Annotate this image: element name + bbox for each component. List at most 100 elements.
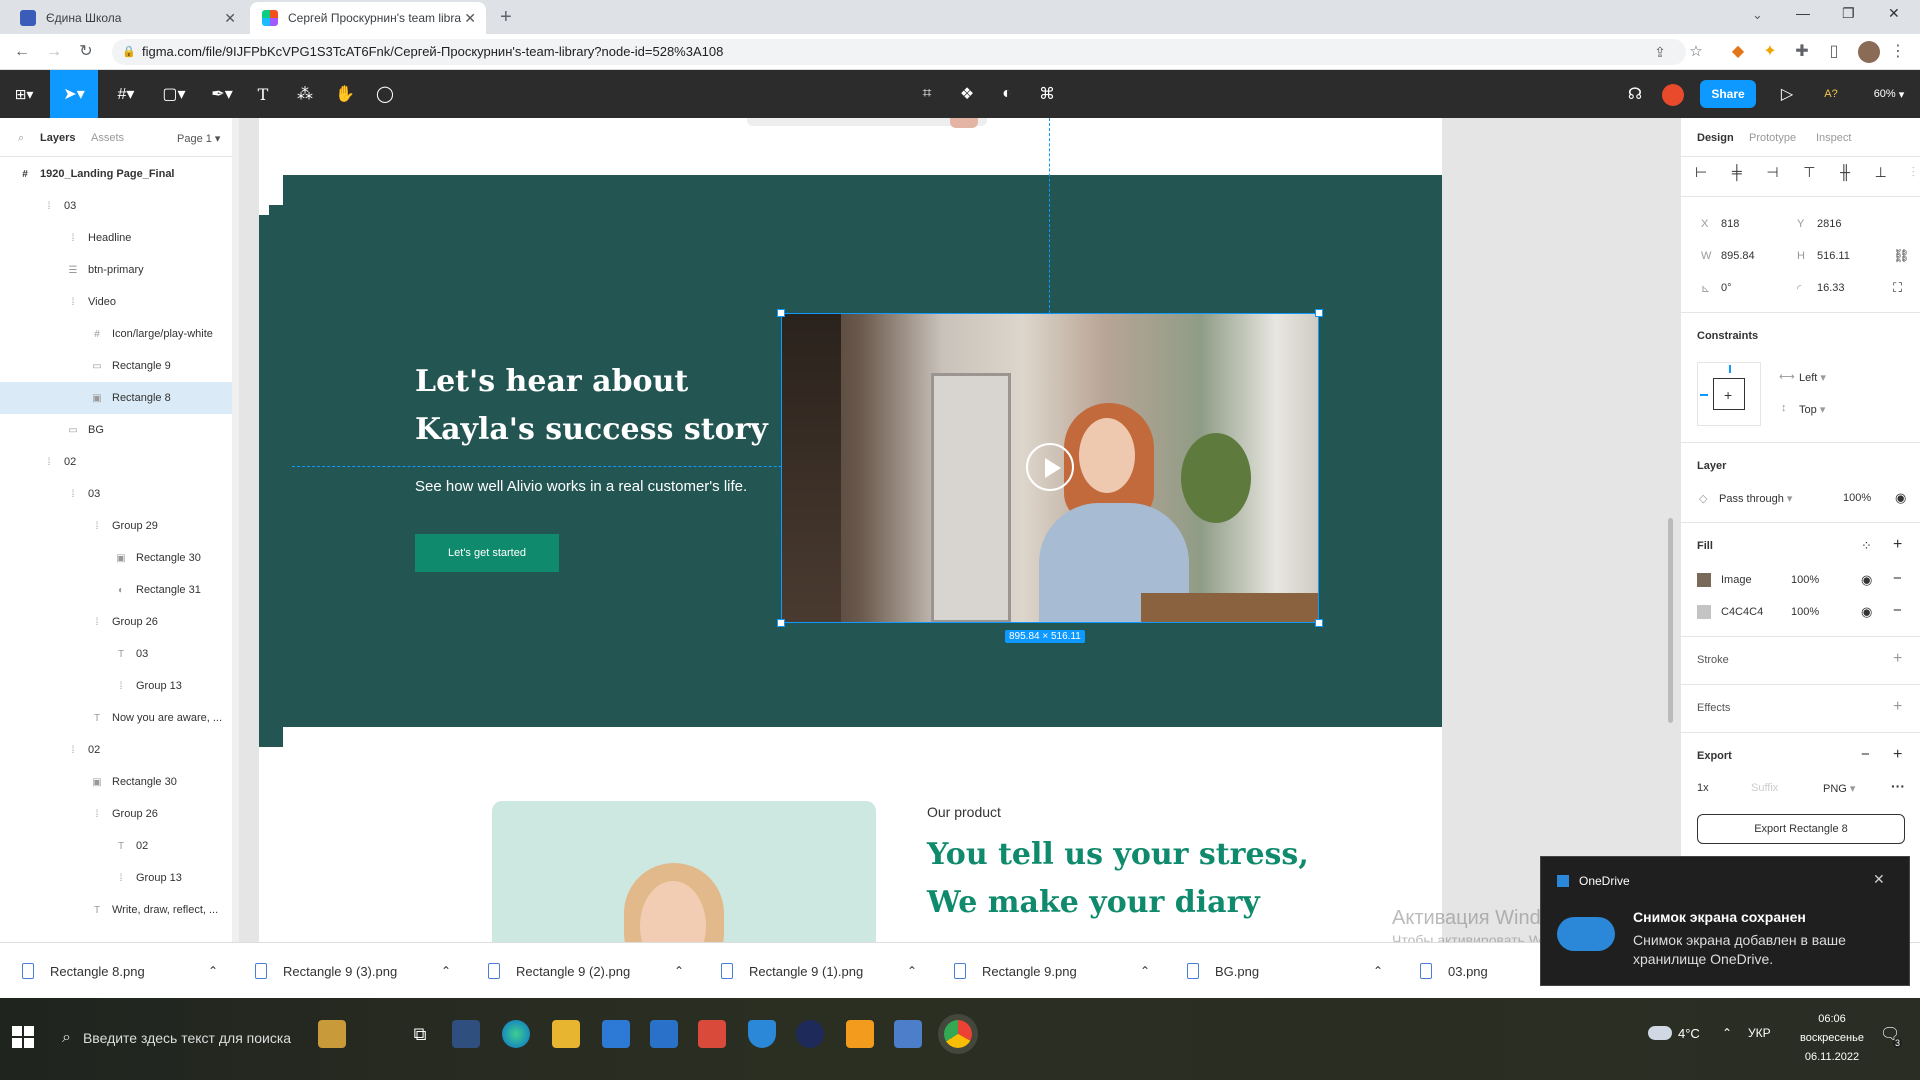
tray-chevron-icon[interactable]: ⌃ bbox=[1722, 1026, 1732, 1040]
download-item[interactable]: Rectangle 9.png ⌃ bbox=[954, 943, 1164, 999]
layer-row[interactable]: ⁞ Group 13 bbox=[0, 862, 239, 894]
download-options-chevron-icon[interactable]: ⌃ bbox=[208, 964, 218, 978]
mail-icon[interactable] bbox=[650, 1020, 678, 1048]
radius-field[interactable]: 16.33 bbox=[1817, 282, 1845, 294]
tab-inspect[interactable]: Inspect bbox=[1816, 132, 1851, 144]
share-button[interactable]: Share bbox=[1700, 80, 1756, 108]
fill-styles-icon[interactable]: ⁘ bbox=[1861, 538, 1872, 554]
vertical-constraint-dropdown[interactable]: Top ▾ bbox=[1799, 403, 1825, 416]
browser-tab-active[interactable]: Сергей Проскурнин's team libra ✕ bbox=[250, 2, 486, 34]
tab-search-icon[interactable]: ⌄ bbox=[1752, 7, 1763, 23]
photos-icon[interactable] bbox=[894, 1020, 922, 1048]
align-left-icon[interactable]: ⊢ bbox=[1695, 164, 1707, 188]
align-h-center-icon[interactable]: ╪ bbox=[1732, 164, 1742, 188]
tab-layers[interactable]: Layers bbox=[40, 132, 75, 144]
download-item[interactable]: BG.png ⌃ bbox=[1187, 943, 1397, 999]
layer-row[interactable]: ⁞ 03 bbox=[0, 190, 239, 222]
download-options-chevron-icon[interactable]: ⌃ bbox=[1373, 964, 1383, 978]
download-item[interactable]: Rectangle 9 (3).png ⌃ bbox=[255, 943, 465, 999]
layer-opacity-field[interactable]: 100% bbox=[1843, 492, 1871, 504]
constraints-widget[interactable]: + bbox=[1697, 362, 1761, 426]
text-tool-icon[interactable]: T bbox=[248, 70, 278, 118]
auto-layout-icon[interactable]: ⌗ bbox=[912, 70, 942, 118]
defender-icon[interactable] bbox=[748, 1020, 776, 1048]
store-icon[interactable] bbox=[602, 1020, 630, 1048]
zoom-dropdown[interactable]: 60% ▾ bbox=[1862, 70, 1916, 118]
visibility-eye-icon[interactable]: ◉ bbox=[1895, 490, 1906, 506]
align-bottom-icon[interactable]: ⊥ bbox=[1875, 164, 1887, 188]
hand-tool-icon[interactable]: ✋ bbox=[330, 70, 360, 118]
design-canvas[interactable]: Let's hear about Kayla's success story S… bbox=[240, 118, 1680, 942]
search-highlight-icon[interactable] bbox=[318, 1020, 346, 1048]
export-format-dropdown[interactable]: PNG ▾ bbox=[1823, 782, 1855, 795]
align-top-icon[interactable]: ⊤ bbox=[1803, 164, 1815, 188]
layer-row[interactable]: ▭ BG bbox=[0, 414, 239, 446]
reload-icon[interactable]: ↻ bbox=[76, 42, 96, 62]
language-indicator[interactable]: УКР bbox=[1748, 1026, 1771, 1040]
remove-fill-icon[interactable]: − bbox=[1893, 570, 1902, 587]
resize-handle[interactable] bbox=[1315, 619, 1323, 627]
minimize-icon[interactable]: — bbox=[1796, 5, 1810, 21]
constraint-top-indicator[interactable] bbox=[1729, 365, 1731, 373]
fill-swatch-image[interactable] bbox=[1697, 573, 1711, 587]
side-panel-icon[interactable]: ▯ bbox=[1824, 42, 1844, 62]
layers-scrollbar[interactable] bbox=[232, 118, 239, 942]
download-item[interactable]: Rectangle 9 (2).png ⌃ bbox=[488, 943, 698, 999]
extension-icon[interactable]: ✦ bbox=[1760, 42, 1780, 62]
page-selector[interactable]: Page 1 ▾ bbox=[177, 132, 220, 145]
new-tab-button[interactable]: + bbox=[500, 6, 512, 29]
constrain-proportions-icon[interactable]: ⛓ bbox=[1893, 248, 1910, 264]
layer-row[interactable]: ⁞ Group 13 bbox=[0, 670, 239, 702]
shape-tool-icon[interactable]: ▢▾ bbox=[152, 70, 196, 118]
layer-row[interactable]: ⁞ 02 bbox=[0, 446, 239, 478]
download-options-chevron-icon[interactable]: ⌃ bbox=[674, 964, 684, 978]
pen-tool-icon[interactable]: ✒▾ bbox=[200, 70, 244, 118]
layer-row[interactable]: ⁞ Video bbox=[0, 286, 239, 318]
tab-design[interactable]: Design bbox=[1697, 132, 1734, 144]
chrome-icon[interactable] bbox=[944, 1020, 972, 1048]
layer-row[interactable]: T Now you are aware, ... bbox=[0, 702, 239, 734]
close-tab-icon[interactable]: ✕ bbox=[224, 10, 236, 27]
user-avatar[interactable] bbox=[1662, 84, 1684, 106]
component-icon[interactable]: ❖ bbox=[952, 70, 982, 118]
fill-opacity[interactable]: 100% bbox=[1791, 606, 1819, 618]
export-suffix-input[interactable]: Suffix bbox=[1751, 782, 1778, 794]
canvas-scrollbar[interactable] bbox=[1668, 518, 1673, 723]
back-icon[interactable]: ← bbox=[12, 42, 32, 62]
app-icon[interactable] bbox=[796, 1020, 824, 1048]
crop-icon[interactable]: ⌘ bbox=[1032, 70, 1062, 118]
blend-mode-dropdown[interactable]: Pass through ▾ bbox=[1719, 492, 1792, 505]
resize-handle[interactable] bbox=[777, 309, 785, 317]
remove-fill-icon[interactable]: − bbox=[1893, 602, 1902, 619]
download-item[interactable]: Rectangle 9 (1).png ⌃ bbox=[721, 943, 931, 999]
layer-row[interactable]: ▣ Rectangle 30 bbox=[0, 542, 239, 574]
export-more-icon[interactable]: ··· bbox=[1891, 778, 1905, 794]
move-tool-icon[interactable]: ➤▾ bbox=[50, 70, 98, 118]
layer-row[interactable]: T Write, draw, reflect, ... bbox=[0, 894, 239, 926]
horizontal-constraint-dropdown[interactable]: Left ▾ bbox=[1799, 371, 1826, 384]
layer-row[interactable]: ▣ Rectangle 8 bbox=[0, 382, 239, 414]
layer-row[interactable]: # Icon/large/play-white bbox=[0, 318, 239, 350]
mask-icon[interactable]: ◐ bbox=[992, 70, 1022, 118]
audio-headphones-icon[interactable]: ☊ bbox=[1620, 70, 1650, 118]
download-options-chevron-icon[interactable]: ⌃ bbox=[907, 964, 917, 978]
layer-row[interactable]: ⁞ Group 29 bbox=[0, 510, 239, 542]
frame-row[interactable]: # 1920_Landing Page_Final bbox=[0, 158, 239, 190]
share-page-icon[interactable]: ⇪ bbox=[1650, 42, 1670, 62]
sublime-icon[interactable] bbox=[846, 1020, 874, 1048]
file-explorer-icon[interactable] bbox=[552, 1020, 580, 1048]
windows-start-icon[interactable] bbox=[12, 1026, 34, 1048]
resize-handle[interactable] bbox=[777, 619, 785, 627]
w-field[interactable]: 895.84 bbox=[1721, 250, 1755, 262]
close-window-icon[interactable]: ✕ bbox=[1888, 5, 1900, 22]
layer-row[interactable]: ▣ Rectangle 30 bbox=[0, 766, 239, 798]
rotation-field[interactable]: 0° bbox=[1721, 282, 1732, 294]
export-scale[interactable]: 1x bbox=[1697, 782, 1709, 794]
tab-prototype[interactable]: Prototype bbox=[1749, 132, 1796, 144]
cta-button[interactable]: Let's get started bbox=[415, 534, 559, 572]
clock[interactable]: 06:06 воскресенье 06.11.2022 bbox=[1782, 1010, 1882, 1067]
align-right-icon[interactable]: ⊣ bbox=[1766, 164, 1778, 188]
add-stroke-icon[interactable]: + bbox=[1893, 650, 1902, 668]
add-export-icon[interactable]: + bbox=[1893, 746, 1902, 764]
comment-tool-icon[interactable]: ◯ bbox=[370, 70, 400, 118]
